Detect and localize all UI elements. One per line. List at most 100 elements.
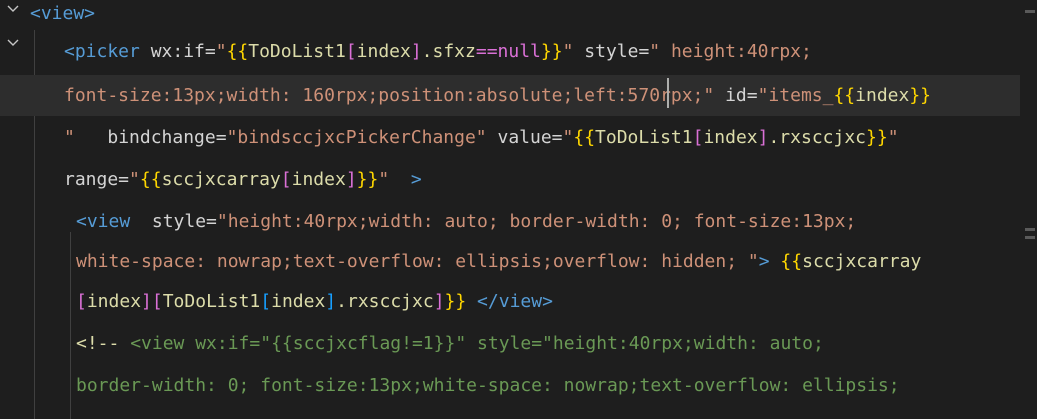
code-token: {{: [139, 169, 162, 190]
code-line-content: [index][ToDoList1[index].rxsccjxc]}} </v…: [76, 281, 553, 322]
code-line-content: range="{{sccjxcarray[index]}}" >: [64, 159, 422, 200]
scrollbar-marker: [1025, 228, 1035, 231]
code-token: <!--: [76, 333, 131, 354]
code-token: {{: [780, 251, 803, 272]
code-token: }}: [433, 333, 456, 354]
code-token: index: [356, 41, 411, 62]
code-token: ": [455, 333, 467, 354]
code-token: "height:40rpx;width: auto; border-width:…: [216, 211, 857, 232]
code-token: ]: [325, 291, 337, 312]
code-line-content: <picker wx:if="{{ToDoList1[index].sfxz==…: [64, 31, 812, 72]
code-token: null: [497, 41, 541, 62]
code-token: [: [345, 41, 357, 62]
code-line[interactable]: <view>: [0, 0, 1020, 34]
code-token: </view>: [466, 291, 553, 312]
code-token: white-space: nowrap;text-overflow: ellip…: [76, 251, 759, 272]
code-token: }}: [356, 169, 379, 190]
code-token: ": [703, 85, 715, 106]
code-token: .sfxz: [421, 41, 476, 62]
code-line[interactable]: [index][ToDoList1[index].rxsccjxc]}} </v…: [0, 281, 1020, 322]
code-token: index: [855, 85, 910, 106]
code-token: style=: [130, 211, 217, 232]
code-line[interactable]: <view style="height:40rpx;width: auto; b…: [0, 201, 1020, 242]
code-token: wx:if=: [139, 41, 216, 62]
code-token: id=: [714, 85, 758, 106]
code-token: ": [562, 127, 574, 148]
code-token: bindchange=: [74, 127, 227, 148]
code-token: {{: [833, 85, 856, 106]
code-token: <view: [130, 333, 185, 354]
vertical-scrollbar[interactable]: [1023, 0, 1037, 419]
code-token: {{: [271, 333, 293, 354]
code-token: }}: [540, 41, 563, 62]
code-line[interactable]: border-width: 0; font-size:13px;white-sp…: [0, 365, 1020, 406]
code-token: ==: [475, 41, 498, 62]
code-token: {{: [573, 127, 596, 148]
code-token: "height:40rpx;width: auto;: [542, 333, 824, 354]
code-line-content: <!-- <view wx:if="{{sccjxcflag!=1}}" sty…: [76, 323, 824, 364]
code-token: ]: [410, 41, 422, 62]
code-line[interactable]: <picker wx:if="{{ToDoList1[index].sfxz==…: [0, 31, 1020, 72]
code-token: index: [703, 127, 758, 148]
code-line[interactable]: range="{{sccjxcarray[index]}}" >: [0, 159, 1020, 200]
code-token: ": [129, 169, 140, 190]
scrollbar-marker: [1025, 10, 1035, 13]
code-token: <picker: [64, 41, 140, 62]
code-token: <view>: [30, 3, 96, 24]
code-token: [: [280, 169, 292, 190]
code-token: ToDoList1: [248, 41, 346, 62]
code-line[interactable]: font-size:13px;width: 160rpx;position:ab…: [0, 75, 1020, 116]
code-token: ]: [757, 127, 769, 148]
code-token: "items_: [757, 85, 834, 106]
code-token: style=: [466, 333, 543, 354]
text-cursor: [667, 78, 669, 108]
code-editor[interactable]: <view> <picker wx:if="{{ToDoList1[index].…: [0, 0, 1037, 419]
code-token: sccjxcarray: [161, 169, 281, 190]
code-token: [: [76, 291, 87, 312]
code-token: index: [86, 291, 142, 312]
code-token: ]: [433, 291, 445, 312]
code-line-content: <view style="height:40rpx;width: auto; b…: [76, 201, 856, 242]
code-token: }}: [444, 291, 467, 312]
code-line-content: white-space: nowrap;text-overflow: ellip…: [76, 241, 921, 282]
code-token: >: [758, 251, 781, 272]
code-token: sccjxcarray: [802, 251, 922, 272]
code-token: "bindsccjxcPickerChange": [226, 127, 487, 148]
code-line-content: <view>: [30, 0, 95, 34]
code-token: range=: [64, 169, 130, 190]
code-token: value=: [486, 127, 563, 148]
code-token: ": [260, 333, 272, 354]
code-token: ToDoList1: [162, 291, 261, 312]
code-token: [: [151, 291, 163, 312]
code-token: }}: [909, 85, 932, 106]
code-token: sccjxcflag!=1: [292, 333, 434, 354]
code-token: ": [215, 41, 227, 62]
code-token: wx:if=: [184, 333, 261, 354]
code-token: ": [64, 127, 75, 148]
code-token: [: [260, 291, 272, 312]
code-token: font-size:13px;width: 160rpx;position:ab…: [64, 85, 704, 106]
code-token: index: [291, 169, 346, 190]
code-token: ": [378, 169, 390, 190]
code-token: " height:40rpx;: [649, 41, 812, 62]
code-line[interactable]: " bindchange="bindsccjxcPickerChange" va…: [0, 117, 1020, 158]
code-token: ]: [141, 291, 152, 312]
code-token: ": [887, 127, 899, 148]
code-token: [: [692, 127, 704, 148]
code-token: .rxsccjxc: [768, 127, 867, 148]
scrollbar-marker: [1025, 236, 1035, 239]
code-line-content: " bindchange="bindsccjxcPickerChange" va…: [64, 117, 899, 158]
code-line[interactable]: <!-- <view wx:if="{{sccjxcflag!=1}}" sty…: [0, 323, 1020, 364]
code-token: }}: [866, 127, 888, 148]
code-token: ToDoList1: [595, 127, 693, 148]
code-token: {{: [226, 41, 249, 62]
code-token: <view: [76, 211, 131, 232]
code-token: >: [389, 169, 422, 190]
code-line-content: font-size:13px;width: 160rpx;position:ab…: [64, 75, 931, 116]
code-token: ": [562, 41, 574, 62]
code-token: index: [271, 291, 326, 312]
code-token: border-width: 0; font-size:13px;white-sp…: [76, 375, 900, 396]
code-token: style=: [573, 41, 650, 62]
code-token: ]: [345, 169, 357, 190]
code-line[interactable]: white-space: nowrap;text-overflow: ellip…: [0, 241, 1020, 282]
